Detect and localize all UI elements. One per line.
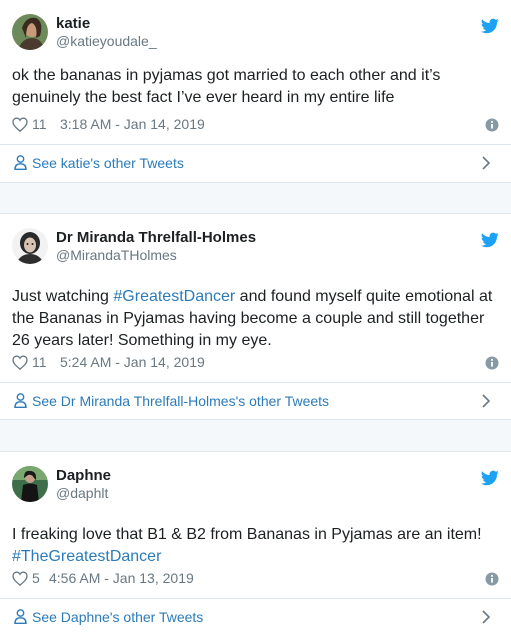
- see-other-tweets-label: See Daphne's other Tweets: [32, 609, 204, 625]
- tweet-text-part: I freaking love that B1 & B2 from Banana…: [12, 526, 482, 543]
- tweet-header: katie @katieyoudale_: [12, 12, 499, 52]
- like-count: 5: [32, 570, 40, 586]
- see-other-tweets-link[interactable]: See katie's other Tweets: [12, 152, 499, 174]
- tweet-text: Just watching #GreatestDancer and found …: [12, 286, 499, 352]
- divider: [0, 382, 511, 383]
- divider: [0, 598, 511, 599]
- user-handle[interactable]: @katieyoudale_: [56, 33, 157, 49]
- display-name[interactable]: katie: [56, 15, 90, 32]
- user-icon: [14, 155, 27, 170]
- twitter-bird-icon[interactable]: [481, 470, 499, 486]
- tweet-card: Daphne @daphlt I freaking love that B1 &…: [0, 451, 511, 633]
- heart-icon[interactable]: [12, 355, 28, 370]
- info-icon[interactable]: [485, 356, 499, 370]
- tweet-text-part: ok the bananas in pyjamas got married to…: [12, 67, 441, 106]
- tweet-text: ok the bananas in pyjamas got married to…: [12, 65, 499, 109]
- tweet-text-part: Just watching: [12, 288, 114, 305]
- twitter-bird-icon[interactable]: [481, 18, 499, 34]
- timestamp[interactable]: 5:24 AM - Jan 14, 2019: [60, 354, 205, 370]
- display-name[interactable]: Dr Miranda Threlfall-Holmes: [56, 229, 256, 246]
- like-count: 11: [32, 116, 47, 132]
- tweet-meta: 11 3:18 AM - Jan 14, 2019: [12, 115, 499, 135]
- tweet-header: Dr Miranda Threlfall-Holmes @MirandaTHol…: [12, 226, 499, 266]
- like-count: 11: [32, 354, 47, 370]
- avatar[interactable]: [12, 228, 48, 264]
- divider: [0, 144, 511, 145]
- see-other-tweets-link[interactable]: See Dr Miranda Threlfall-Holmes's other …: [12, 390, 499, 412]
- twitter-bird-icon[interactable]: [481, 232, 499, 248]
- avatar[interactable]: [12, 466, 48, 502]
- see-other-tweets-link[interactable]: See Daphne's other Tweets: [12, 606, 499, 628]
- user-icon: [14, 393, 27, 408]
- tweet-text: I freaking love that B1 & B2 from Banana…: [12, 524, 499, 568]
- chevron-right-icon: [482, 156, 491, 170]
- user-icon: [14, 609, 27, 624]
- see-other-tweets-label: See Dr Miranda Threlfall-Holmes's other …: [32, 393, 330, 409]
- timestamp[interactable]: 4:56 AM - Jan 13, 2019: [49, 570, 194, 586]
- user-handle[interactable]: @MirandaTHolmes: [56, 247, 177, 263]
- heart-icon[interactable]: [12, 117, 28, 132]
- hashtag-link[interactable]: #TheGreatestDancer: [12, 548, 161, 565]
- user-handle[interactable]: @daphlt: [56, 485, 108, 501]
- display-name[interactable]: Daphne: [56, 467, 111, 484]
- tweet-header: Daphne @daphlt: [12, 464, 499, 504]
- info-icon[interactable]: [485, 572, 499, 586]
- hashtag-link[interactable]: #GreatestDancer: [113, 288, 235, 305]
- info-icon[interactable]: [485, 118, 499, 132]
- chevron-right-icon: [482, 610, 491, 624]
- see-other-tweets-label: See katie's other Tweets: [32, 155, 184, 171]
- avatar[interactable]: [12, 14, 48, 50]
- chevron-right-icon: [482, 394, 491, 408]
- tweet-card: Dr Miranda Threlfall-Holmes @MirandaTHol…: [0, 213, 511, 420]
- tweet-meta: 5 4:56 AM - Jan 13, 2019: [12, 569, 499, 589]
- heart-icon[interactable]: [12, 571, 28, 586]
- tweet-card: katie @katieyoudale_ ok the bananas in p…: [0, 0, 511, 183]
- timestamp[interactable]: 3:18 AM - Jan 14, 2019: [60, 116, 205, 132]
- tweet-meta: 11 5:24 AM - Jan 14, 2019: [12, 353, 499, 373]
